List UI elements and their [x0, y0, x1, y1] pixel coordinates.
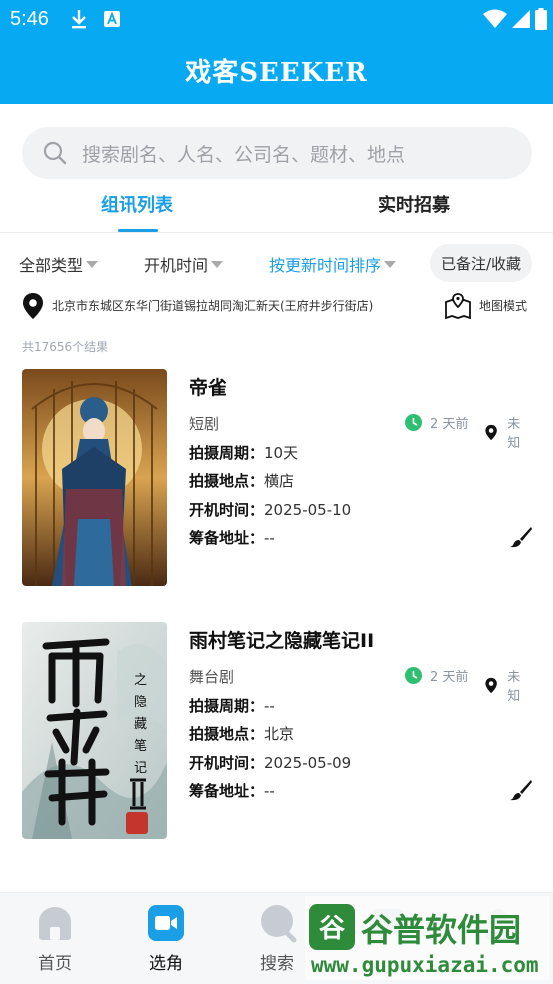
field-start-time: 开机时间：2025-05-10 — [189, 501, 352, 519]
location-status-text: 未知 — [507, 417, 521, 451]
card-title: 雨村笔记之隐藏笔记II — [189, 630, 375, 652]
field-start-time: 开机时间：2025-05-09 — [189, 754, 352, 772]
filter-type-label: 全部类型 — [19, 256, 84, 275]
filter-bar: 全部类型 开机时间 按更新时间排序 已备注/收藏 — [0, 244, 553, 282]
video-camera-icon — [148, 905, 184, 941]
nav-search-label: 搜索 — [260, 954, 294, 974]
sort-dropdown[interactable]: 按更新时间排序 — [269, 252, 397, 276]
poster-yu-cun: 之 隐 藏 笔 记 — [22, 622, 167, 839]
poster-glyph-ji: 记 — [134, 761, 147, 776]
location-status-text: 未知 — [507, 670, 521, 704]
filter-type-dropdown[interactable]: 全部类型 — [19, 252, 99, 276]
app-header: 5:46 戏客SEEKER — [0, 0, 553, 104]
tab-group-list[interactable]: 组讯列表 — [101, 191, 173, 217]
card-location-status: 未知 — [483, 413, 532, 451]
nav-home[interactable]: 首页 — [20, 903, 90, 974]
updated-text: 2 天前 — [430, 670, 469, 685]
status-time: 5:46 — [10, 8, 49, 30]
location-pin-icon — [23, 293, 43, 319]
brush-edit-icon[interactable] — [509, 526, 533, 548]
project-card[interactable]: 帝雀 短剧 2 天前 未知 拍摄周期：10天 拍摄地点：横店 开机时间：2025… — [22, 369, 532, 587]
nav-casting[interactable]: 选角 — [131, 903, 201, 974]
field-shoot-location: 拍摄地点：北京 — [189, 725, 295, 743]
sort-label: 按更新时间排序 — [269, 256, 382, 275]
card-genre: 短剧 — [189, 415, 220, 433]
result-count: 共17656个结果 — [22, 340, 109, 354]
card-updated: 2 天前 — [405, 666, 468, 685]
nav-home-label: 首页 — [38, 954, 72, 974]
field-prep-address: 筹备地址：-- — [189, 529, 275, 547]
watermark-logo: 谷 谷普软件园 www.gupuxiazai.com — [305, 896, 549, 980]
watermark-url: www.gupuxiazai.com — [311, 953, 539, 977]
nav-search[interactable]: 搜索 — [242, 903, 312, 974]
card-location-status: 未知 — [483, 666, 532, 704]
battery-icon — [535, 8, 547, 30]
filter-start-time-label: 开机时间 — [144, 256, 209, 275]
clock-icon — [405, 414, 422, 431]
active-tab-indicator — [118, 229, 158, 232]
card-updated: 2 天前 — [405, 413, 468, 432]
card-genre: 舞台剧 — [189, 668, 235, 686]
status-indicators — [483, 8, 547, 30]
brush-edit-icon[interactable] — [509, 779, 533, 801]
notification-a-icon — [104, 11, 120, 27]
app-title: 戏客SEEKER — [185, 58, 368, 88]
caret-down-icon — [384, 260, 397, 268]
map-mode-button[interactable]: 地图模式 — [479, 297, 527, 314]
search-input[interactable]: 搜索剧名、人名、公司名、题材、地点 — [22, 127, 532, 179]
poster-glyph-cang: 藏 — [134, 717, 147, 732]
poster-di-que — [22, 369, 167, 586]
field-prep-address: 筹备地址：-- — [189, 782, 275, 800]
wifi-icon — [483, 9, 507, 28]
poster-glyph-zhi: 之 — [134, 673, 147, 688]
download-icon — [72, 10, 86, 29]
map-icon[interactable] — [444, 292, 472, 320]
home-icon — [39, 907, 71, 940]
nav-casting-label: 选角 — [149, 954, 183, 974]
search-placeholder: 搜索剧名、人名、公司名、题材、地点 — [82, 143, 406, 166]
field-shoot-location: 拍摄地点：横店 — [189, 472, 295, 490]
caret-down-icon — [211, 260, 224, 268]
tab-live-recruit[interactable]: 实时招募 — [378, 191, 450, 217]
poster-glyph-bi: 笔 — [134, 738, 147, 754]
field-shoot-period: 拍摄周期：10天 — [189, 444, 299, 462]
filter-start-time-dropdown[interactable]: 开机时间 — [144, 252, 224, 276]
location-pin-icon — [485, 677, 497, 693]
watermark-glyph: 谷 — [319, 914, 346, 944]
caret-down-icon — [86, 260, 99, 268]
watermark-name: 谷普软件园 — [361, 911, 521, 949]
card-title: 帝雀 — [189, 377, 228, 399]
poster-image — [22, 369, 167, 586]
location-bar: 北京市东城区东华门街道锡拉胡同淘汇新天(王府井步行街店) 地图模式 — [22, 290, 532, 322]
signal-icon — [512, 10, 530, 28]
updated-text: 2 天前 — [430, 417, 469, 432]
project-card[interactable]: 之 隐 藏 笔 记 雨村笔记之隐藏笔记II 舞台剧 2 天前 未知 拍摄周期：-… — [22, 622, 532, 840]
favorites-button[interactable]: 已备注/收藏 — [430, 244, 532, 282]
location-pin-icon — [485, 424, 497, 440]
poster-glyph-yin: 隐 — [134, 695, 147, 710]
clock-icon — [405, 667, 422, 684]
search-icon — [261, 905, 297, 943]
field-shoot-period: 拍摄周期：-- — [189, 697, 275, 715]
poster-image: 之 隐 藏 笔 记 — [22, 622, 167, 839]
current-address[interactable]: 北京市东城区东华门街道锡拉胡同淘汇新天(王府井步行街店) — [52, 297, 373, 314]
tab-bar: 组讯列表 实时招募 — [0, 185, 553, 233]
search-icon — [43, 141, 67, 165]
